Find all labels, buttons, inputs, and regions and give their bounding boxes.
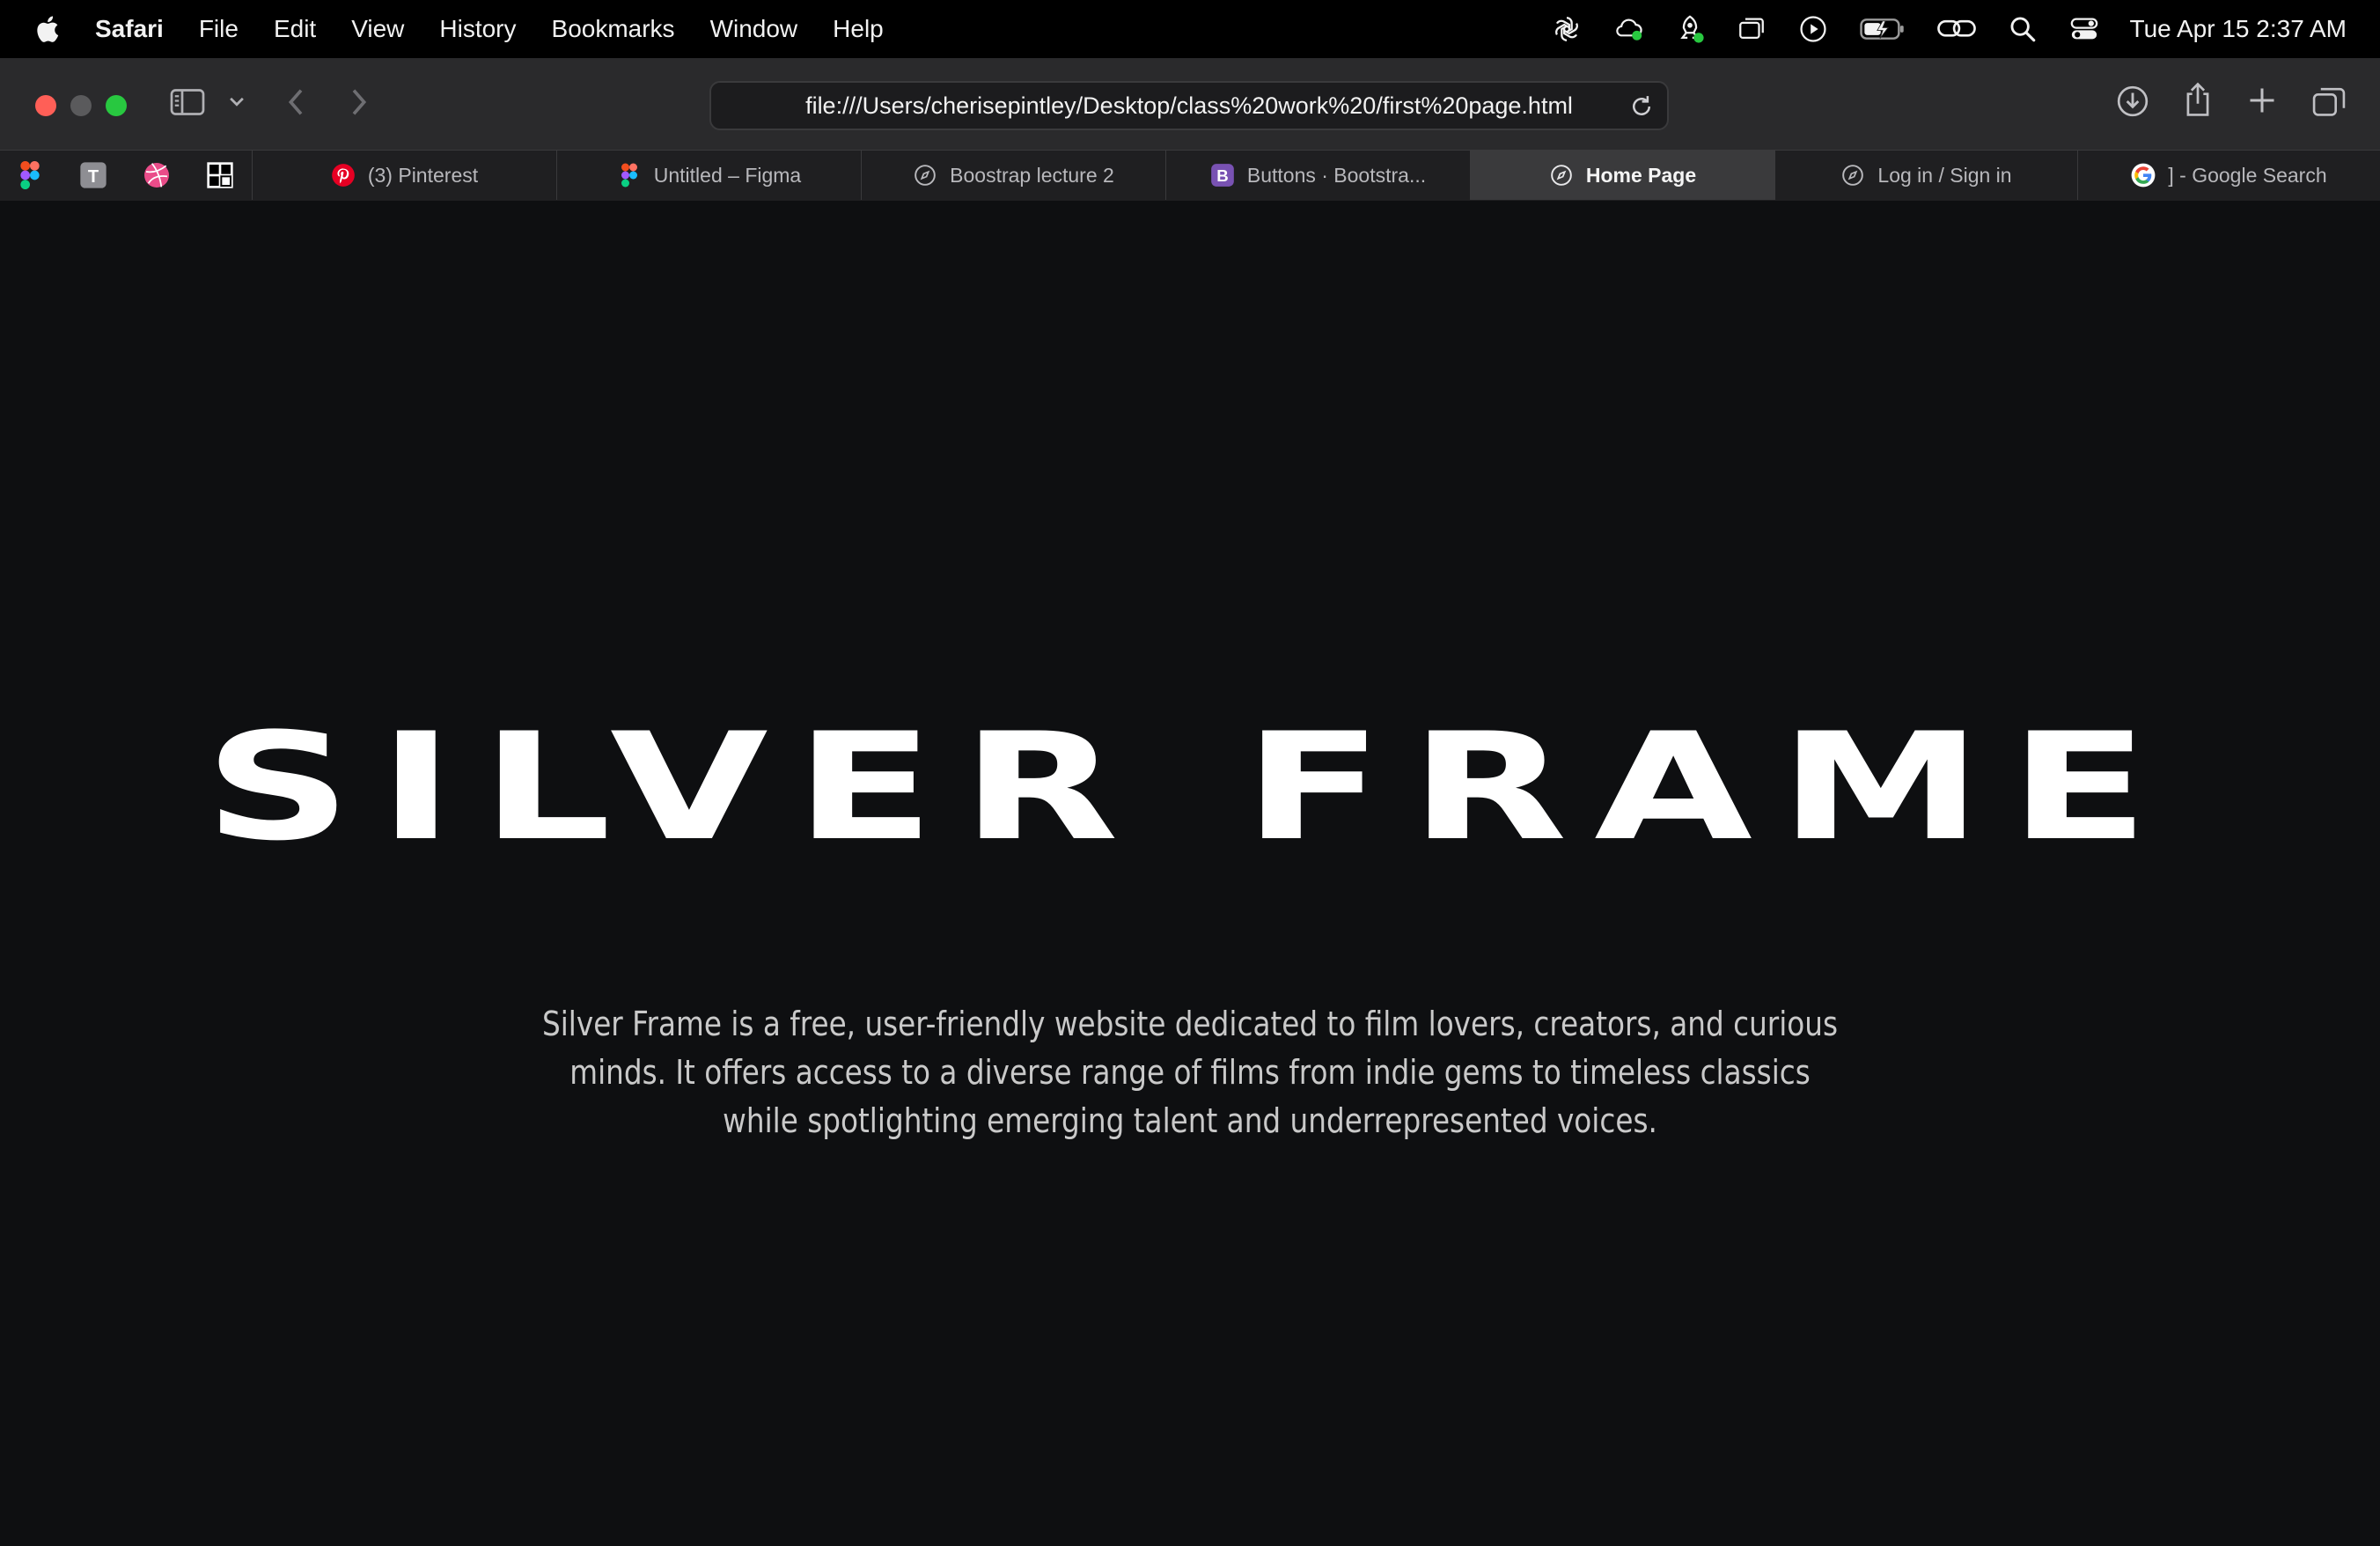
silver-frame-logotype: SILVER FRAME — [204, 725, 2176, 858]
tab-login[interactable]: Log in / Sign in — [1774, 151, 2077, 200]
cloud-sync-icon[interactable] — [1612, 13, 1644, 45]
browser-toolbar: file:///Users/cherisepintley/Desktop/cla… — [0, 58, 2380, 150]
reload-icon[interactable] — [1628, 93, 1655, 120]
share-icon[interactable] — [2181, 81, 2215, 118]
control-center-icon[interactable] — [2068, 13, 2100, 45]
svg-text:B: B — [1216, 166, 1228, 185]
pinned-t-icon[interactable]: T — [77, 159, 109, 191]
tab-google-search[interactable]: ] - Google Search — [2077, 151, 2380, 200]
tab-label: Untitled – Figma — [653, 163, 802, 187]
tab-pinterest[interactable]: (3) Pinterest — [252, 151, 556, 200]
figma-icon — [617, 163, 642, 188]
forward-icon[interactable] — [345, 85, 371, 120]
pinterest-icon — [331, 163, 356, 188]
chevron-down-icon[interactable] — [227, 93, 246, 111]
back-icon[interactable] — [283, 85, 310, 120]
tab-label: ] - Google Search — [2168, 163, 2327, 187]
sidebar-icon[interactable] — [169, 86, 206, 118]
new-tab-icon[interactable] — [2246, 85, 2278, 116]
page-description: Silver Frame is a free, user-friendly we… — [541, 1005, 1839, 1140]
tab-label: Boostrap lecture 2 — [950, 163, 1114, 187]
pinned-figma-icon[interactable] — [14, 159, 46, 191]
apple-icon[interactable] — [33, 13, 62, 45]
battery-charging-icon[interactable] — [1859, 13, 1906, 45]
web-page-content: SILVER FRAME Silver Frame is a free, use… — [0, 201, 2380, 1546]
svg-text:T: T — [88, 167, 99, 187]
link-icon[interactable] — [1936, 13, 1977, 45]
screens-icon[interactable] — [1736, 13, 1767, 45]
menu-history[interactable]: History — [439, 15, 516, 43]
menu-view[interactable]: View — [351, 15, 404, 43]
menu-help[interactable]: Help — [833, 15, 884, 43]
tab-home-page[interactable]: Home Page — [1470, 151, 1774, 200]
minimize-window-button[interactable] — [70, 95, 92, 116]
menubar-clock[interactable]: Tue Apr 15 2:37 AM — [2130, 15, 2347, 43]
tab-figma[interactable]: Untitled – Figma — [556, 151, 861, 200]
rocket-icon[interactable] — [1674, 13, 1706, 45]
tab-label: Home Page — [1585, 163, 1697, 187]
tab-label: Log in / Sign in — [1877, 163, 2012, 187]
tab-bootstrap-buttons[interactable]: B Buttons · Bootstra... — [1165, 151, 1470, 200]
page-title: SILVER FRAME — [0, 725, 2380, 858]
menu-bookmarks[interactable]: Bookmarks — [552, 15, 675, 43]
menu-bar: Safari File Edit View History Bookmarks … — [0, 0, 2380, 58]
compass-icon — [1549, 163, 1574, 188]
pinned-checker-icon[interactable] — [204, 159, 236, 191]
pinned-dribbble-icon[interactable] — [141, 159, 173, 191]
tab-bar: T (3) Pinterest Untitled – Figma Boostra… — [0, 150, 2380, 201]
compass-icon — [913, 163, 937, 188]
app-name-menu[interactable]: Safari — [95, 15, 164, 43]
tab-label: (3) Pinterest — [367, 163, 479, 187]
chatgpt-icon[interactable] — [1551, 13, 1583, 45]
zoom-window-button[interactable] — [106, 95, 127, 116]
address-bar[interactable]: file:///Users/cherisepintley/Desktop/cla… — [709, 81, 1669, 130]
url-text[interactable]: file:///Users/cherisepintley/Desktop/cla… — [805, 92, 1573, 120]
google-icon — [2131, 163, 2156, 188]
play-icon[interactable] — [1797, 13, 1829, 45]
compass-icon — [1840, 163, 1865, 188]
spotlight-search-icon[interactable] — [2007, 13, 2038, 45]
tab-bootstrap-lecture[interactable]: Boostrap lecture 2 — [861, 151, 1165, 200]
menu-window[interactable]: Window — [710, 15, 798, 43]
menu-file[interactable]: File — [199, 15, 239, 43]
page-title-text: SILVER FRAME — [204, 725, 2176, 858]
bootstrap-icon: B — [1210, 163, 1235, 188]
close-window-button[interactable] — [35, 95, 56, 116]
menu-edit[interactable]: Edit — [274, 15, 316, 43]
tab-label: Buttons · Bootstra... — [1246, 163, 1427, 187]
downloads-icon[interactable] — [2116, 85, 2149, 118]
tab-overview-icon[interactable] — [2311, 85, 2347, 118]
